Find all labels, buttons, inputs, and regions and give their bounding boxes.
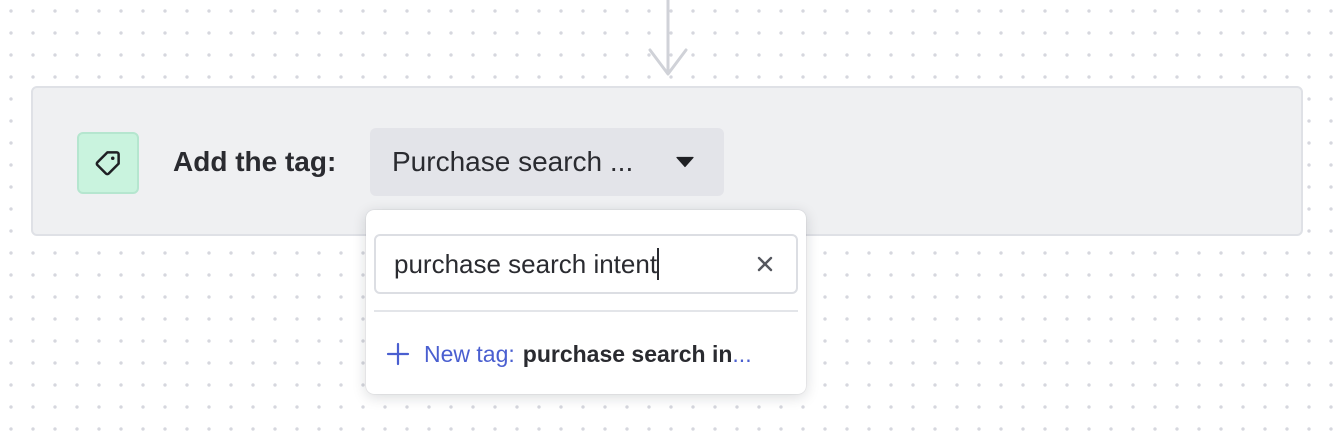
tag-icon bbox=[95, 151, 120, 176]
caret-down-icon bbox=[676, 156, 694, 168]
menu-divider bbox=[374, 310, 798, 312]
tag-icon-badge bbox=[77, 132, 139, 194]
new-tag-name: purchase search in bbox=[522, 340, 733, 367]
tag-search-box[interactable]: purchase search intent bbox=[374, 234, 798, 294]
tag-select-value: Purchase search ... bbox=[392, 146, 634, 177]
connector-arrow-icon bbox=[648, 0, 688, 76]
text-cursor bbox=[657, 248, 660, 280]
create-new-tag-option[interactable]: New tag: purchase search in ... bbox=[386, 334, 786, 374]
close-icon bbox=[757, 256, 773, 272]
clear-search-button[interactable] bbox=[750, 249, 780, 279]
plus-icon bbox=[386, 342, 410, 366]
step-label: Add the tag: bbox=[173, 146, 337, 177]
tag-dropdown-menu: purchase search intent New tag: purchase… bbox=[366, 210, 806, 394]
new-tag-prefix: New tag: bbox=[424, 340, 515, 367]
new-tag-ellipsis: ... bbox=[732, 340, 752, 367]
tag-search-input[interactable]: purchase search intent bbox=[394, 248, 740, 280]
tag-select-dropdown[interactable]: Purchase search ... bbox=[370, 128, 724, 196]
tag-search-text: purchase search intent bbox=[394, 248, 658, 279]
